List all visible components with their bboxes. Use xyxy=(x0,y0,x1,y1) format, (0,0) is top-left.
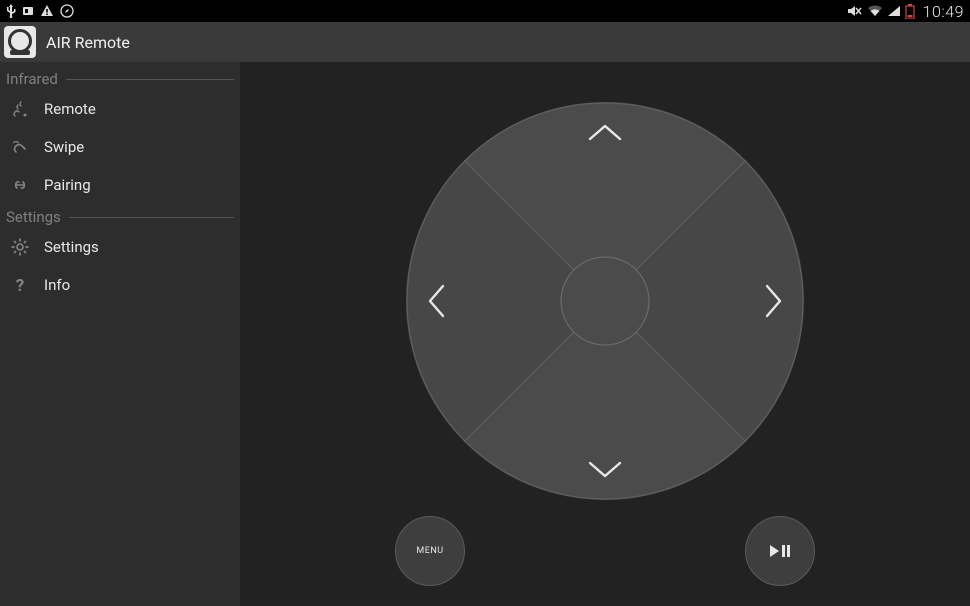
sidebar-item-label: Settings xyxy=(44,238,99,256)
mute-icon xyxy=(847,4,863,18)
sidebar-item-pairing[interactable]: Pairing xyxy=(0,166,240,204)
play-pause-button[interactable] xyxy=(745,516,815,586)
wifi-icon xyxy=(867,5,883,17)
warning-icon xyxy=(40,4,54,18)
content-area: MENU xyxy=(240,62,970,606)
usb-icon xyxy=(6,4,16,18)
sidebar: Infrared Remote Swipe Pairing Settings xyxy=(0,62,240,606)
gear-icon xyxy=(10,237,30,257)
sidebar-item-label: Pairing xyxy=(44,176,91,194)
sidebar-item-settings[interactable]: Settings xyxy=(0,228,240,266)
app-title: AIR Remote xyxy=(46,33,130,52)
link-icon xyxy=(10,175,30,195)
clock: 10:49 xyxy=(923,2,964,21)
section-label: Settings xyxy=(6,208,61,226)
dpad-center[interactable] xyxy=(561,257,649,345)
compass-icon xyxy=(60,4,74,18)
status-bar: 10:49 xyxy=(0,0,970,22)
signal-icon xyxy=(887,5,901,17)
info-icon: ? xyxy=(10,275,30,295)
swipe-icon xyxy=(10,137,30,157)
svg-text:?: ? xyxy=(16,276,24,295)
menu-button[interactable]: MENU xyxy=(395,516,465,586)
sidebar-item-swipe[interactable]: Swipe xyxy=(0,128,240,166)
sidebar-item-label: Info xyxy=(44,276,70,294)
sidebar-item-label: Swipe xyxy=(44,138,84,156)
sidebar-item-info[interactable]: ? Info xyxy=(0,266,240,304)
app-icon xyxy=(4,26,36,58)
battery-icon xyxy=(905,4,915,19)
section-infrared: Infrared xyxy=(0,66,240,90)
section-settings: Settings xyxy=(0,204,240,228)
sidebar-item-remote[interactable]: Remote xyxy=(0,90,240,128)
dpad xyxy=(406,102,804,500)
media-icon xyxy=(22,5,34,17)
section-label: Infrared xyxy=(6,70,58,88)
play-pause-icon xyxy=(768,544,792,558)
sidebar-item-label: Remote xyxy=(44,100,96,118)
app-header: AIR Remote xyxy=(0,22,970,62)
remote-icon xyxy=(10,99,30,119)
menu-button-label: MENU xyxy=(416,546,443,556)
